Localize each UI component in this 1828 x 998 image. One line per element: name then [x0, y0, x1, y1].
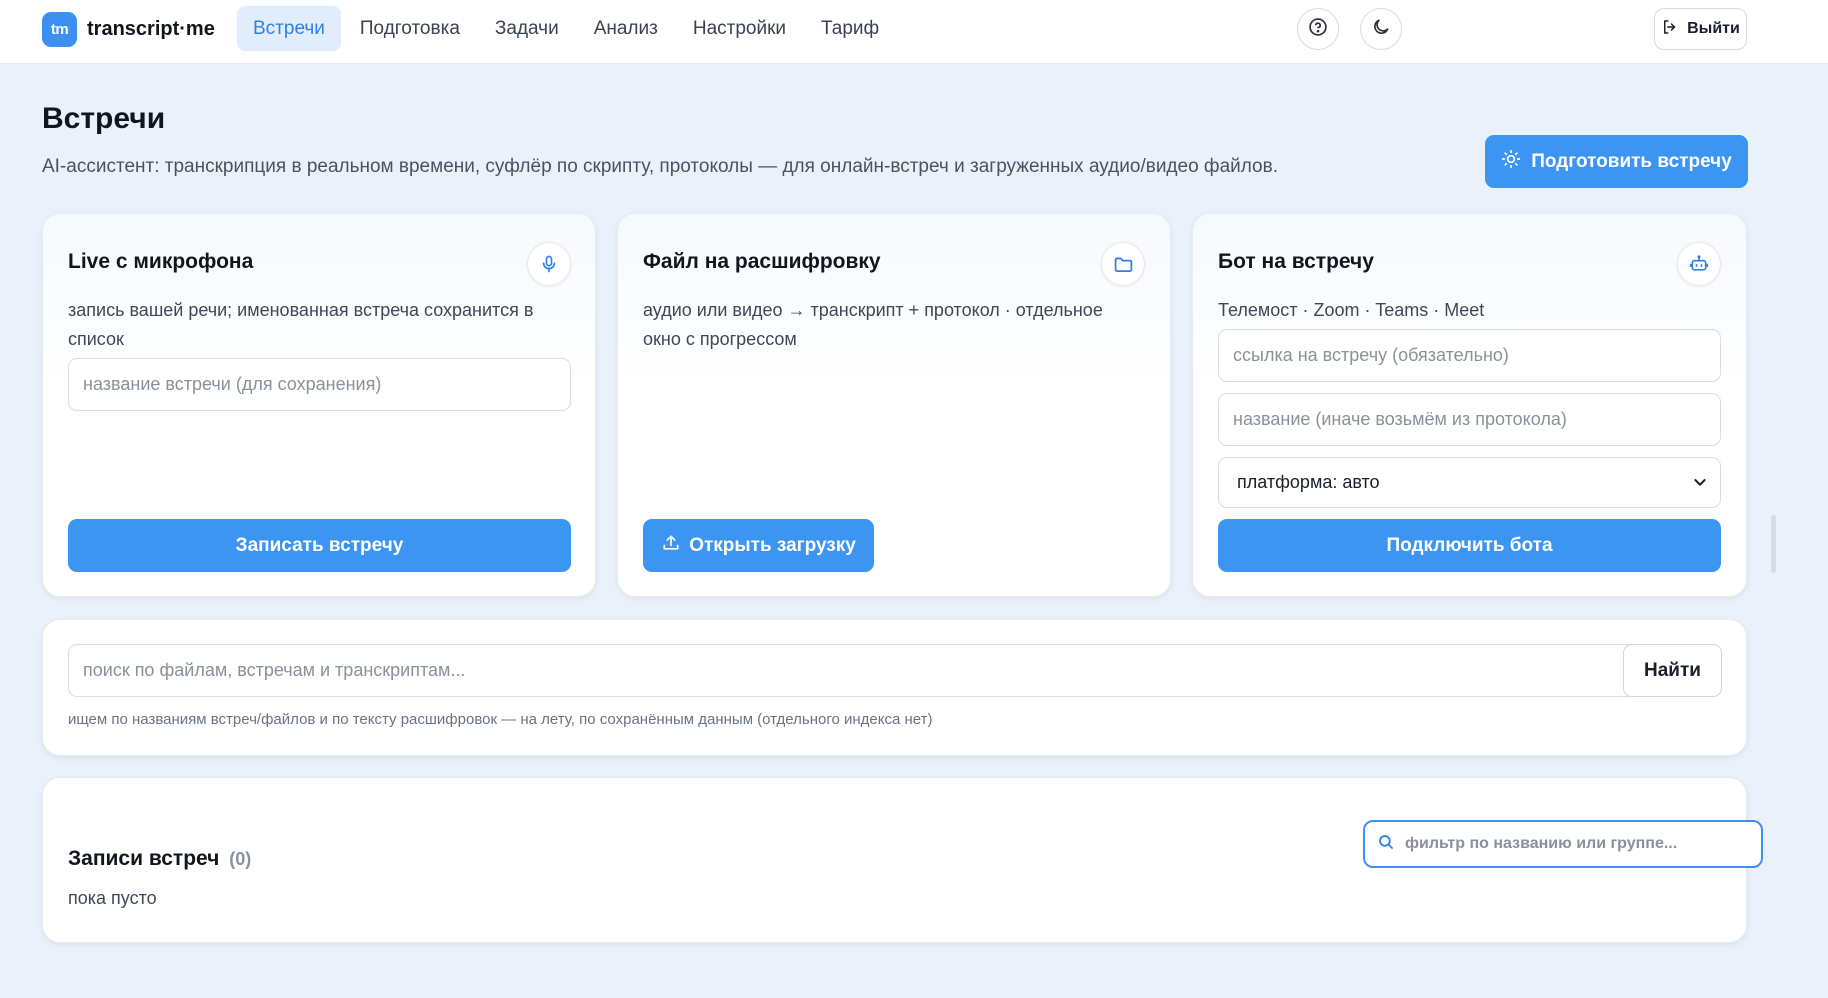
prepare-meeting-button[interactable]: Подготовить встречу — [1485, 135, 1748, 188]
search-icon — [1377, 833, 1395, 856]
records-filter-input[interactable] — [1405, 835, 1735, 853]
bot-icon — [1677, 242, 1721, 286]
record-meeting-button[interactable]: Записать встречу — [68, 519, 571, 572]
chevron-down-icon — [1692, 474, 1708, 495]
records-empty-state: пока пусто — [68, 888, 157, 908]
help-button[interactable] — [1297, 8, 1339, 50]
logout-label: Выйти — [1687, 20, 1740, 37]
upload-icon — [661, 533, 689, 559]
sun-icon — [1501, 149, 1531, 175]
logout-icon — [1661, 18, 1687, 41]
page-title: Встречи — [42, 102, 166, 135]
open-upload-button[interactable]: Открыть загрузку — [643, 519, 874, 572]
nav-item-settings[interactable]: Настройки — [677, 6, 802, 51]
meeting-link-input[interactable] — [1218, 329, 1721, 382]
app-name: transcript·me — [87, 18, 215, 40]
live-card-description: запись вашей речи; именованная встреча с… — [68, 300, 534, 349]
live-card: Live с микрофона запись вашей речи; имен… — [42, 213, 596, 597]
file-card-description: аудио или видео → транскрипт + протокол … — [643, 300, 1103, 349]
meeting-name-input[interactable] — [68, 358, 571, 411]
logo-badge: tm — [42, 12, 77, 47]
main-nav: Встречи Подготовка Задачи Анализ Настрой… — [237, 6, 898, 51]
nav-item-preparation[interactable]: Подготовка — [344, 6, 476, 51]
microphone-icon — [527, 242, 571, 286]
records-count: (0) — [229, 849, 252, 869]
bot-card-platforms: Телемост · Zoom · Teams · Meet — [1218, 300, 1485, 320]
page-subtitle: AI-ассистент: транскрипция в реальном вр… — [42, 156, 1278, 177]
prepare-meeting-label: Подготовить встречу — [1531, 150, 1732, 172]
search-button[interactable]: Найти — [1623, 644, 1722, 697]
file-card: Файл на расшифровку аудио или видео → тр… — [617, 213, 1171, 597]
nav-item-tasks[interactable]: Задачи — [479, 6, 575, 51]
nav-item-pricing[interactable]: Тариф — [805, 6, 895, 51]
platform-select-value: платформа: авто — [1237, 472, 1380, 492]
search-input[interactable] — [68, 644, 1657, 697]
live-card-title: Live с микрофона — [68, 250, 254, 273]
logout-button[interactable]: Выйти — [1654, 8, 1747, 50]
search-hint: ищем по названиям встреч/файлов и по тек… — [68, 711, 933, 728]
logo[interactable]: tm transcript·me — [42, 12, 215, 47]
nav-item-analysis[interactable]: Анализ — [578, 6, 674, 51]
scrollbar-thumb[interactable] — [1771, 515, 1776, 573]
bot-meeting-name-input[interactable] — [1218, 393, 1721, 446]
nav-item-meetings[interactable]: Встречи — [237, 6, 341, 51]
file-card-title: Файл на расшифровку — [643, 250, 881, 273]
bot-card: Бот на встречу Телемост · Zoom · Teams ·… — [1192, 213, 1747, 597]
open-upload-label: Открыть загрузку — [689, 534, 856, 556]
records-filter[interactable] — [1363, 820, 1763, 868]
records-title: Записи встреч (0) — [68, 847, 251, 871]
connect-bot-button[interactable]: Подключить бота — [1218, 519, 1721, 572]
help-icon — [1308, 17, 1328, 42]
folder-icon — [1101, 242, 1145, 286]
theme-toggle-button[interactable] — [1360, 8, 1402, 50]
top-bar: tm transcript·me Встречи Подготовка Зада… — [0, 0, 1828, 64]
records-title-label: Записи встреч — [68, 847, 220, 870]
platform-select[interactable]: платформа: авто — [1218, 457, 1721, 508]
records-card: Записи встреч (0) пока пусто — [42, 777, 1763, 943]
search-card: Найти ищем по названиям встреч/файлов и … — [42, 619, 1747, 756]
bot-card-title: Бот на встречу — [1218, 250, 1374, 273]
moon-icon — [1371, 17, 1391, 42]
